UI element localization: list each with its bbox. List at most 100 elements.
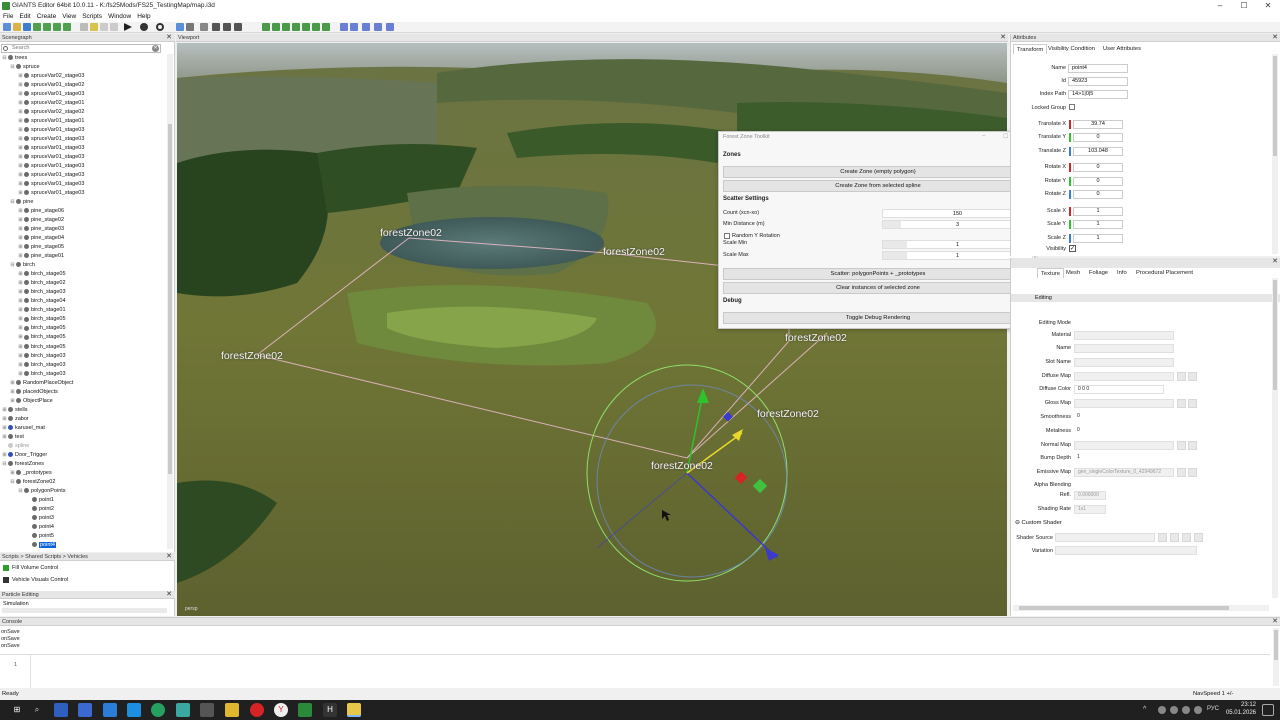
network-icon[interactable] xyxy=(1182,706,1190,714)
browse-icon[interactable] xyxy=(1177,372,1186,381)
scrollbar-thumb[interactable] xyxy=(1274,630,1278,660)
scene-node[interactable]: ⊞ _prototypes xyxy=(2,469,167,478)
search-input[interactable]: Search xyxy=(1,44,161,53)
material-row-field[interactable] xyxy=(1074,372,1174,381)
expand-icon[interactable]: ⊞ xyxy=(18,108,23,117)
scene-node[interactable]: ⊟ forestZones xyxy=(2,460,167,469)
maximize-button[interactable]: ☐ xyxy=(1232,0,1256,12)
collapse-icon[interactable]: ⊟ xyxy=(10,198,15,207)
app-icon[interactable] xyxy=(200,703,214,717)
volume-icon[interactable] xyxy=(1194,706,1202,714)
browser-icon[interactable] xyxy=(103,703,117,717)
scrollbar-thumb[interactable] xyxy=(1273,56,1277,156)
collapse-icon[interactable]: ⊟ xyxy=(10,63,15,72)
terrain-icon[interactable] xyxy=(262,23,270,31)
scene-node[interactable]: ⊞ spruceVar01_stage03 xyxy=(2,153,167,162)
menu-help[interactable]: Help xyxy=(134,12,153,20)
tray-chevron-icon[interactable]: ^ xyxy=(1143,706,1146,713)
visibility-checkbox[interactable]: ✓ xyxy=(1069,245,1076,252)
expand-icon[interactable]: ⊞ xyxy=(18,189,23,198)
expand-icon[interactable]: ⊞ xyxy=(18,162,23,171)
index-path-field[interactable]: 14>1|0|5 xyxy=(1068,90,1128,99)
material-icon[interactable] xyxy=(340,23,348,31)
scene-node[interactable]: ⊞ birch_stage03 xyxy=(2,352,167,361)
collapse-icon[interactable]: ⊟ xyxy=(18,487,23,496)
scene-node[interactable]: ⊞ birch_stage02 xyxy=(2,279,167,288)
scene-node[interactable]: ⊞ spruceVar01_stage03 xyxy=(2,171,167,180)
rotate-icon[interactable] xyxy=(223,23,231,31)
scene-node[interactable]: ⊞ birch_stage05 xyxy=(2,324,167,333)
redo-icon[interactable] xyxy=(90,23,98,31)
remove-icon[interactable] xyxy=(1182,533,1191,542)
app-icon[interactable] xyxy=(127,703,141,717)
scene-node[interactable]: ⊞ placedObjects xyxy=(2,388,167,397)
translate-icon[interactable] xyxy=(212,23,220,31)
material-row-field[interactable]: 0 xyxy=(1074,427,1106,436)
scene-node[interactable]: ⊞ spruceVar01_stage03 xyxy=(2,90,167,99)
scene-node[interactable]: ⊞ spruceVar01_stage03 xyxy=(2,180,167,189)
smooth-icon[interactable] xyxy=(302,23,310,31)
expand-icon[interactable]: ⊞ xyxy=(10,379,15,388)
light-icon[interactable] xyxy=(362,23,370,31)
close-icon[interactable]: ✕ xyxy=(166,34,172,42)
scene-node[interactable]: ⊞ spruceVar01_stage03 xyxy=(2,126,167,135)
material-row-field[interactable] xyxy=(1074,358,1174,367)
close-icon[interactable]: ✕ xyxy=(166,553,172,561)
shader-icon[interactable] xyxy=(350,23,358,31)
material-hscrollbar[interactable] xyxy=(1013,605,1269,611)
scene-node[interactable]: ⊞ spruceVar01_stage03 xyxy=(2,189,167,198)
scene-node[interactable]: point5 xyxy=(2,532,167,541)
clock-time[interactable]: 23:12 xyxy=(1226,702,1256,708)
move-tool-icon[interactable] xyxy=(200,23,208,31)
collapse-icon[interactable]: ⊟ xyxy=(2,54,7,63)
browse-icon[interactable] xyxy=(1177,441,1186,450)
scene-node[interactable]: ⊞ pine_stage01 xyxy=(2,252,167,261)
scene-node[interactable]: ⊞ pine_stage02 xyxy=(2,216,167,225)
scene-node[interactable]: point3 xyxy=(2,514,167,523)
expand-icon[interactable]: ⊞ xyxy=(18,99,23,108)
translate-x-field[interactable]: 39.74 xyxy=(1073,120,1123,129)
scene-node[interactable]: ⊞ birch_stage03 xyxy=(2,361,167,370)
expand-icon[interactable]: ⊞ xyxy=(18,279,23,288)
paint-icon[interactable] xyxy=(272,23,280,31)
expand-icon[interactable]: ⊞ xyxy=(18,207,23,216)
simulation-row[interactable]: Simulation xyxy=(3,601,29,607)
save-icon[interactable] xyxy=(23,23,31,31)
new-file-icon[interactable] xyxy=(3,23,11,31)
reload-icon[interactable] xyxy=(1170,533,1179,542)
script-vehicle-visuals[interactable]: Vehicle Visuals Control xyxy=(3,575,68,585)
remove-icon[interactable] xyxy=(1188,372,1197,381)
minimize-icon[interactable]: – xyxy=(982,133,985,139)
menu-view[interactable]: View xyxy=(59,12,79,20)
expand-icon[interactable]: ⊞ xyxy=(18,126,23,135)
remove-icon[interactable] xyxy=(1188,399,1197,408)
tab-transform[interactable]: Transform xyxy=(1013,44,1048,54)
scene-node[interactable]: ⊞ birch_stage01 xyxy=(2,306,167,315)
material-row-field[interactable] xyxy=(1074,399,1174,408)
undo-icon[interactable] xyxy=(80,23,88,31)
expand-icon[interactable]: ⊞ xyxy=(2,433,7,442)
search-icon[interactable]: ⌕ xyxy=(30,703,44,717)
cut-icon[interactable] xyxy=(100,23,108,31)
expand-icon[interactable]: ⊞ xyxy=(18,306,23,315)
menu-edit[interactable]: Edit xyxy=(16,12,33,20)
foliage-icon[interactable] xyxy=(282,23,290,31)
expand-icon[interactable]: ⊞ xyxy=(18,144,23,153)
expand-icon[interactable]: ⊞ xyxy=(10,397,15,406)
app-icon[interactable]: H xyxy=(323,703,337,717)
close-icon[interactable]: ✕ xyxy=(1272,34,1278,42)
material-row-field[interactable] xyxy=(1074,331,1174,340)
scene-node[interactable]: ⊞ spruceVar02_stage03 xyxy=(2,72,167,81)
scene-node[interactable]: ⊞ pine_stage04 xyxy=(2,234,167,243)
scene-node[interactable]: ⊞ birch_stage05 xyxy=(2,333,167,342)
snap-icon[interactable] xyxy=(186,23,194,31)
scene-node[interactable]: ⊟ trees xyxy=(2,54,167,63)
scene-node[interactable]: ⊞ birch_stage05 xyxy=(2,315,167,324)
scene-node[interactable]: point2 xyxy=(2,505,167,514)
translate-y-field[interactable]: 0 xyxy=(1073,133,1123,142)
console-input[interactable]: 1 xyxy=(0,654,1270,689)
camera-icon[interactable] xyxy=(374,23,382,31)
material-scrollbar[interactable] xyxy=(1272,278,1278,598)
tab-texture[interactable]: Texture xyxy=(1037,268,1065,278)
translate-z-field[interactable]: 103.048 xyxy=(1073,147,1123,156)
